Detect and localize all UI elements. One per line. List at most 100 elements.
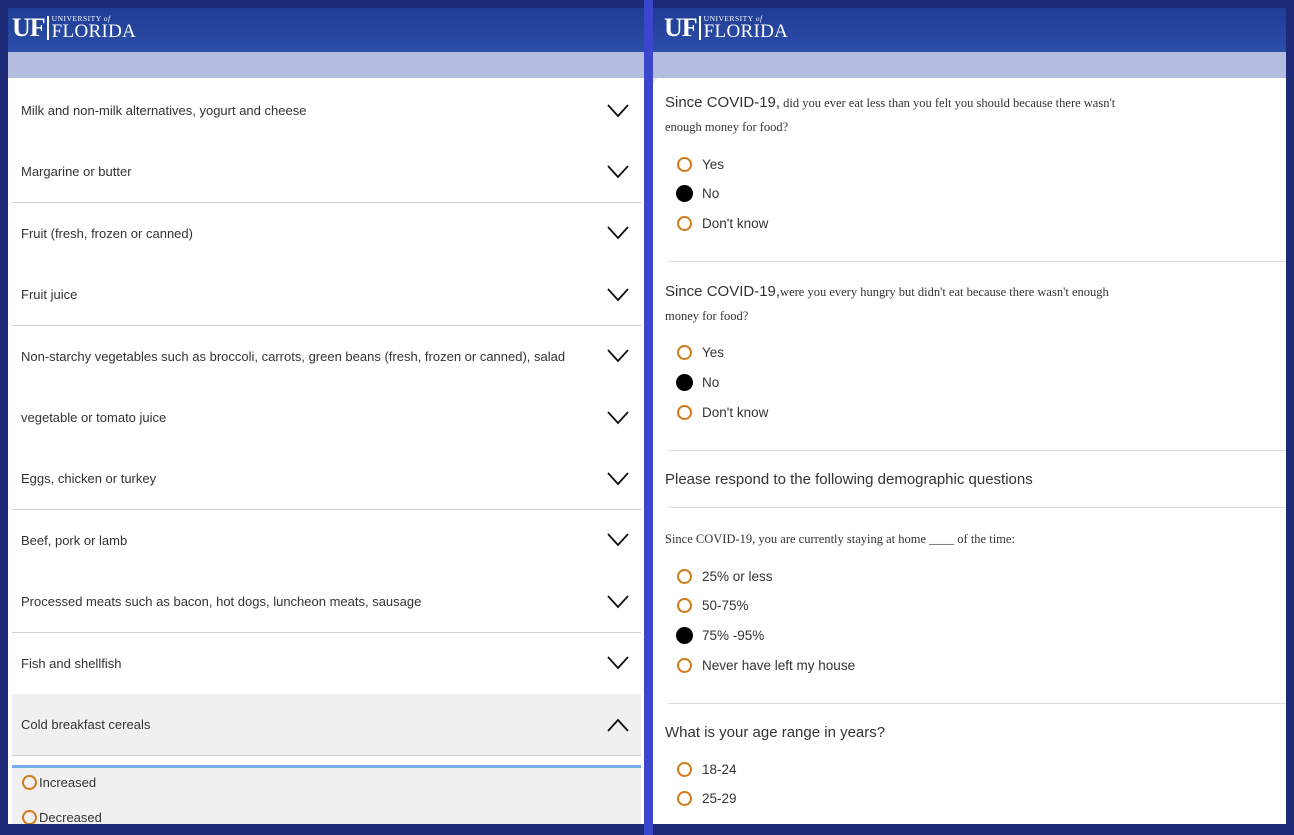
accordion-expanded-body: Increased Decreased xyxy=(12,765,641,824)
q2-option-dont-know[interactable]: Don't know xyxy=(677,405,768,420)
accordion-item-label: Beef, pork or lamb xyxy=(21,532,128,548)
accordion-item[interactable]: vegetable or tomato juice xyxy=(12,387,641,449)
divider xyxy=(668,261,1286,262)
right-pane: UF UNIVERSITY of FLORIDA Since COVID-19,… xyxy=(653,8,1286,824)
accordion-item-label: Cold breakfast cereals xyxy=(21,717,151,732)
divider xyxy=(668,703,1286,704)
option-increased[interactable]: Increased xyxy=(22,775,96,790)
radio-unselected[interactable] xyxy=(677,157,692,172)
accordion-item-label: Processed meats such as bacon, hot dogs,… xyxy=(21,594,422,610)
q4-option-2[interactable]: 25-29 xyxy=(677,791,737,806)
accordion-item-label: Fruit juice xyxy=(21,287,78,303)
radio-unselected[interactable] xyxy=(677,598,692,613)
section-heading: Please respond to the following demograp… xyxy=(665,471,1033,488)
chevron-down-icon[interactable] xyxy=(607,226,629,240)
uf-logo: UF UNIVERSITY of FLORIDA xyxy=(664,13,788,43)
option-label: 75% -95% xyxy=(702,628,765,643)
accordion-item-label: Fish and shellfish xyxy=(21,655,122,671)
q1-option-yes[interactable]: Yes xyxy=(677,157,724,172)
option-label: Never have left my house xyxy=(702,658,856,673)
q3-option-3[interactable]: 75% -95% xyxy=(676,627,765,644)
logo-divider xyxy=(698,16,701,40)
header-band xyxy=(653,52,1286,78)
header-band xyxy=(8,52,644,78)
radio-unselected[interactable] xyxy=(677,569,692,584)
option-label: Increased xyxy=(39,775,97,790)
accordion-item[interactable]: Fruit juice xyxy=(12,264,641,327)
option-label: 25-29 xyxy=(702,791,737,806)
radio-decreased[interactable] xyxy=(22,810,37,824)
accordion-item[interactable]: Fish and shellfish xyxy=(12,632,641,695)
q3-option-2[interactable]: 50-75% xyxy=(677,598,749,613)
option-label: Yes xyxy=(702,345,725,360)
radio-increased[interactable] xyxy=(22,775,37,790)
logo-uf: UF xyxy=(664,13,698,42)
question-3: Since COVID-19, you are currently stayin… xyxy=(665,532,1015,546)
option-label: 50-75% xyxy=(702,598,749,613)
chevron-down-icon[interactable] xyxy=(607,656,629,670)
question-4: What is your age range in years? xyxy=(665,724,886,741)
chevron-down-icon[interactable] xyxy=(607,472,629,486)
logo-florida: FLORIDA xyxy=(703,21,789,43)
radio-unselected[interactable] xyxy=(677,762,692,777)
accordion-item[interactable]: Cold breakfast cereals xyxy=(12,694,641,756)
accordion-item[interactable]: Processed meats such as bacon, hot dogs,… xyxy=(12,571,641,634)
header-bar: UF UNIVERSITY of FLORIDA xyxy=(8,8,644,52)
chevron-down-icon[interactable] xyxy=(607,103,629,118)
option-label: No xyxy=(702,186,720,201)
accordion-item-label: Margarine or butter xyxy=(21,164,132,180)
question-2-line2: money for food? xyxy=(665,309,749,323)
radio-unselected[interactable] xyxy=(677,791,692,806)
chevron-up-icon[interactable] xyxy=(607,718,629,732)
chevron-down-icon[interactable] xyxy=(607,410,629,425)
radio-unselected[interactable] xyxy=(677,405,692,420)
survey-card: Since COVID-19, did you ever eat less th… xyxy=(653,78,1286,824)
chevron-down-icon[interactable] xyxy=(607,595,629,609)
q2-option-no[interactable]: No xyxy=(676,374,720,391)
option-label: No xyxy=(702,375,720,390)
radio-selected[interactable] xyxy=(676,374,693,391)
logo-text: UNIVERSITY of FLORIDA xyxy=(52,15,136,42)
accordion-item-label: Eggs, chicken or turkey xyxy=(21,471,157,487)
logo-uf: UF xyxy=(12,13,46,42)
accordion-item[interactable]: Margarine or butter xyxy=(12,141,641,204)
q3-option-4[interactable]: Never have left my house xyxy=(677,658,855,673)
chevron-down-icon[interactable] xyxy=(607,533,629,547)
logo-text: UNIVERSITY of FLORIDA xyxy=(704,15,788,42)
accordion-item[interactable]: Beef, pork or lamb xyxy=(12,509,641,572)
q1-option-dont-know[interactable]: Don't know xyxy=(677,216,768,231)
radio-unselected[interactable] xyxy=(677,658,692,673)
option-label: Yes xyxy=(702,157,725,172)
chevron-down-icon[interactable] xyxy=(607,349,629,363)
q3-option-1[interactable]: 25% or less xyxy=(677,569,773,584)
accordion-item-label: Milk and non-milk alternatives, yogurt a… xyxy=(21,103,307,118)
chevron-down-icon[interactable] xyxy=(607,288,629,302)
question-prefix: Since COVID-19, xyxy=(665,94,781,111)
q2-option-yes[interactable]: Yes xyxy=(677,345,724,360)
accordion-item[interactable]: Fruit (fresh, frozen or canned) xyxy=(12,202,641,265)
accordion-item[interactable]: Non-starchy vegetables such as broccoli,… xyxy=(12,325,641,388)
option-decreased[interactable]: Decreased xyxy=(22,810,102,824)
divider xyxy=(668,450,1286,451)
option-label: Don't know xyxy=(702,216,769,231)
radio-selected[interactable] xyxy=(676,627,693,644)
q4-option-1[interactable]: 18-24 xyxy=(677,762,737,777)
option-label: Decreased xyxy=(39,810,102,824)
radio-selected[interactable] xyxy=(676,185,693,202)
accordion-item[interactable]: Milk and non-milk alternatives, yogurt a… xyxy=(12,80,641,142)
option-label: 18-24 xyxy=(702,762,737,777)
question-text: did you ever eat less than you felt you … xyxy=(780,96,1116,110)
q1-option-no[interactable]: No xyxy=(676,185,720,202)
chevron-down-icon[interactable] xyxy=(607,165,629,179)
pane-divider xyxy=(644,0,653,835)
radio-unselected[interactable] xyxy=(677,216,692,231)
option-label: Don't know xyxy=(702,405,769,420)
question-1-line2: enough money for food? xyxy=(665,120,789,134)
header-bar: UF UNIVERSITY of FLORIDA xyxy=(653,8,1286,52)
accordion-item-label: Fruit (fresh, frozen or canned) xyxy=(21,225,193,241)
logo-florida: FLORIDA xyxy=(51,21,137,43)
radio-unselected[interactable] xyxy=(677,345,692,360)
question-text: were you every hungry but didn't eat bec… xyxy=(780,285,1109,299)
question-2: Since COVID-19,were you every hungry but… xyxy=(665,283,1109,301)
accordion-item[interactable]: Eggs, chicken or turkey xyxy=(12,448,641,511)
